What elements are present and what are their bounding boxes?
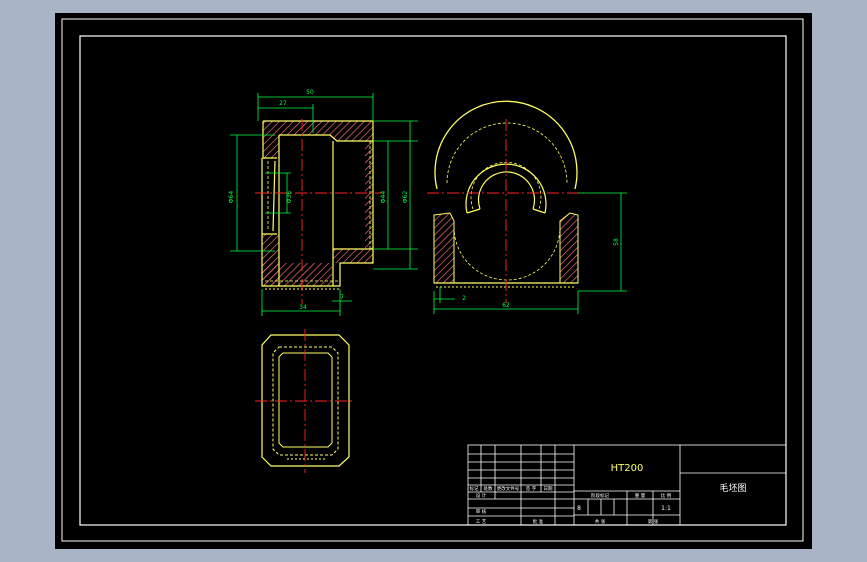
tb-label-design: 设 计 (476, 492, 487, 499)
dim-base-width: 34 (299, 304, 307, 311)
tb-label-weight: 重 量 (635, 492, 646, 499)
material-label: HT200 (611, 463, 644, 474)
drawing-title: 毛坯图 (719, 482, 746, 494)
scale-value: 1:1 (661, 505, 671, 512)
tb-label-process: 工 艺 (476, 519, 487, 525)
dim-side-height: 58 (613, 238, 620, 246)
tb-label-sheet-total: 共 张 (595, 518, 606, 525)
tb-label-mark: 标记 (470, 485, 479, 492)
sheet-number: 8 (577, 505, 581, 512)
dim-left-height: Φ64 (228, 191, 235, 204)
tb-label-change: 更改文件号 (497, 485, 520, 492)
dim-step-width: 27 (279, 100, 287, 107)
dim-right-outer: Φ62 (402, 191, 409, 204)
tb-label-sheet-no: 第 张 (648, 518, 659, 525)
tb-label-review: 审 核 (476, 508, 487, 515)
tb-label-count: 处数 (484, 485, 493, 492)
tb-label-stage: 阶段标记 (591, 492, 609, 499)
top-view (255, 329, 355, 473)
front-section-view (255, 119, 381, 304)
tb-label-approve: 批 准 (533, 518, 544, 525)
dim-overall-width: 50 (306, 89, 314, 96)
outer-frame (61, 18, 804, 542)
drawing-canvas: 50 27 Φ64 Φ36 Φ44 Φ62 34 7 58 62 2 HT200… (61, 18, 804, 542)
tb-label-sign: 签 字 (526, 485, 537, 492)
drawing-sheet: 50 27 Φ64 Φ36 Φ44 Φ62 34 7 58 62 2 HT200… (55, 13, 812, 549)
dim-side-offset: 2 (462, 295, 466, 302)
tb-label-scale: 比 例 (661, 492, 672, 499)
cad-viewport[interactable]: 50 27 Φ64 Φ36 Φ44 Φ62 34 7 58 62 2 HT200… (0, 0, 867, 562)
tb-label-date: 日期 (544, 486, 553, 492)
side-view (427, 100, 587, 303)
dim-inner-dia: Φ36 (286, 191, 293, 204)
dim-right-inner: Φ44 (380, 191, 387, 204)
dim-offset: 7 (340, 294, 344, 301)
dim-side-width: 62 (502, 302, 510, 309)
